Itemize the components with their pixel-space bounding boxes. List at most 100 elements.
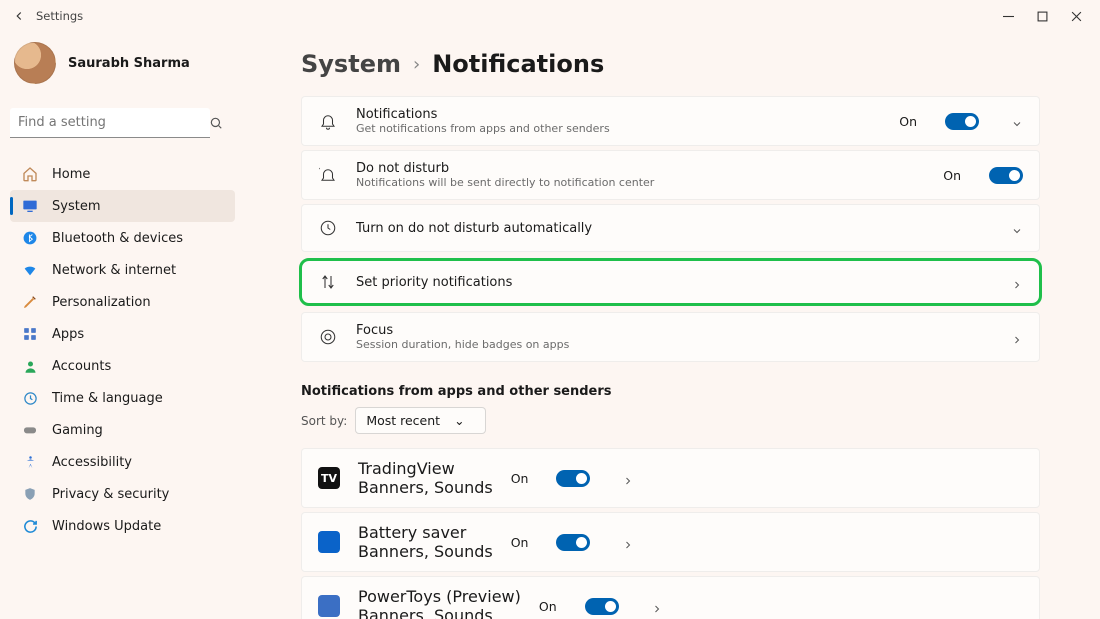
row-focus[interactable]: Focus Session duration, hide badges on a… bbox=[301, 312, 1040, 362]
chevron-right-icon: › bbox=[413, 54, 420, 75]
breadcrumb-parent[interactable]: System bbox=[301, 50, 401, 78]
app-name: PowerToys (Preview) bbox=[358, 587, 521, 606]
back-button[interactable] bbox=[12, 9, 26, 23]
close-button[interactable] bbox=[1066, 6, 1086, 26]
sidebar-item-label: Apps bbox=[52, 327, 84, 342]
chevron-right-icon[interactable] bbox=[622, 536, 634, 548]
user-profile[interactable]: Saurabh Sharma bbox=[10, 42, 235, 84]
row-notifications[interactable]: Notifications Get notifications from app… bbox=[301, 96, 1040, 146]
row-subtitle: Get notifications from apps and other se… bbox=[356, 122, 881, 135]
app-toggle[interactable] bbox=[556, 470, 590, 487]
page-title: Notifications bbox=[432, 50, 604, 78]
paintbrush-icon bbox=[22, 294, 38, 310]
sidebar-item-network[interactable]: Network & internet bbox=[10, 254, 235, 286]
sidebar-item-label: Privacy & security bbox=[52, 487, 169, 502]
chevron-right-icon[interactable] bbox=[1011, 276, 1023, 288]
app-detail: Banners, Sounds bbox=[358, 542, 493, 561]
app-icon bbox=[318, 595, 340, 617]
sidebar-item-windows-update[interactable]: Windows Update bbox=[10, 510, 235, 542]
sidebar-nav: Home System Bluetooth & devices Network … bbox=[10, 158, 235, 542]
app-icon: TV bbox=[318, 467, 340, 489]
sidebar-item-label: Time & language bbox=[52, 391, 163, 406]
user-display-name: Saurabh Sharma bbox=[68, 56, 190, 71]
priority-icon bbox=[318, 272, 338, 292]
notifications-toggle[interactable] bbox=[945, 113, 979, 130]
app-row[interactable]: Battery saver Banners, Sounds On bbox=[301, 512, 1040, 572]
gamepad-icon bbox=[22, 422, 38, 438]
sidebar-item-gaming[interactable]: Gaming bbox=[10, 414, 235, 446]
app-detail: Banners, Sounds bbox=[358, 478, 493, 497]
toggle-status: On bbox=[943, 168, 961, 183]
search-icon bbox=[209, 115, 223, 134]
row-auto-dnd[interactable]: Turn on do not disturb automatically bbox=[301, 204, 1040, 252]
shield-icon bbox=[22, 486, 38, 502]
app-row[interactable]: TV TradingView Banners, Sounds On bbox=[301, 448, 1040, 508]
app-list: TV TradingView Banners, Sounds On Batter… bbox=[301, 448, 1040, 619]
sidebar-item-label: Gaming bbox=[52, 423, 103, 438]
sidebar-item-label: Network & internet bbox=[52, 263, 176, 278]
app-icon bbox=[318, 531, 340, 553]
search-wrap bbox=[10, 108, 235, 138]
accessibility-icon bbox=[22, 454, 38, 470]
apps-icon bbox=[22, 326, 38, 342]
section-heading: Notifications from apps and other sender… bbox=[301, 384, 1040, 399]
main-content: System › Notifications Notifications Get… bbox=[255, 32, 1100, 619]
sidebar-item-label: Accessibility bbox=[52, 455, 132, 470]
row-priority-notifications[interactable]: Set priority notifications bbox=[299, 258, 1042, 306]
sidebar-item-time-language[interactable]: Time & language bbox=[10, 382, 235, 414]
search-input[interactable] bbox=[10, 108, 210, 138]
app-detail: Banners, Sounds bbox=[358, 606, 521, 619]
chevron-down-icon[interactable] bbox=[1011, 115, 1023, 127]
sidebar-item-accessibility[interactable]: Accessibility bbox=[10, 446, 235, 478]
sidebar-item-accounts[interactable]: Accounts bbox=[10, 350, 235, 382]
sidebar-item-label: Home bbox=[52, 167, 90, 182]
toggle-status: On bbox=[511, 471, 529, 486]
sidebar-item-label: Accounts bbox=[52, 359, 111, 374]
wifi-icon bbox=[22, 262, 38, 278]
chevron-down-icon: ⌄ bbox=[454, 413, 464, 428]
update-icon bbox=[22, 518, 38, 534]
sidebar-item-personalization[interactable]: Personalization bbox=[10, 286, 235, 318]
chevron-down-icon[interactable] bbox=[1011, 222, 1023, 234]
sidebar-item-bluetooth[interactable]: Bluetooth & devices bbox=[10, 222, 235, 254]
sort-value: Most recent bbox=[366, 413, 440, 428]
bluetooth-icon bbox=[22, 230, 38, 246]
minimize-button[interactable] bbox=[998, 6, 1018, 26]
system-icon bbox=[22, 198, 38, 214]
row-title: Set priority notifications bbox=[356, 275, 979, 290]
sidebar-item-label: Windows Update bbox=[52, 519, 161, 534]
chevron-right-icon[interactable] bbox=[1011, 331, 1023, 343]
sidebar-item-label: Bluetooth & devices bbox=[52, 231, 183, 246]
app-row[interactable]: PowerToys (Preview) Banners, Sounds On bbox=[301, 576, 1040, 619]
sidebar: Saurabh Sharma Home System Bluetooth & d… bbox=[0, 32, 255, 619]
breadcrumb: System › Notifications bbox=[301, 50, 1040, 78]
chevron-right-icon[interactable] bbox=[651, 600, 663, 612]
sidebar-item-privacy[interactable]: Privacy & security bbox=[10, 478, 235, 510]
row-subtitle: Session duration, hide badges on apps bbox=[356, 338, 979, 351]
toggle-status: On bbox=[511, 535, 529, 550]
sort-label: Sort by: bbox=[301, 414, 347, 428]
sort-select[interactable]: Most recent ⌄ bbox=[355, 407, 485, 434]
sidebar-item-system[interactable]: System bbox=[10, 190, 235, 222]
moon-bell-icon bbox=[318, 165, 338, 185]
app-name: Battery saver bbox=[358, 523, 493, 542]
bell-icon bbox=[318, 111, 338, 131]
avatar bbox=[14, 42, 56, 84]
window-title: Settings bbox=[36, 9, 83, 23]
app-name: TradingView bbox=[358, 459, 493, 478]
chevron-right-icon[interactable] bbox=[622, 472, 634, 484]
app-toggle[interactable] bbox=[556, 534, 590, 551]
sidebar-item-label: Personalization bbox=[52, 295, 151, 310]
app-toggle[interactable] bbox=[585, 598, 619, 615]
row-subtitle: Notifications will be sent directly to n… bbox=[356, 176, 925, 189]
dnd-toggle[interactable] bbox=[989, 167, 1023, 184]
toggle-status: On bbox=[539, 599, 557, 614]
row-title: Do not disturb bbox=[356, 161, 925, 176]
globe-clock-icon bbox=[22, 390, 38, 406]
row-do-not-disturb[interactable]: Do not disturb Notifications will be sen… bbox=[301, 150, 1040, 200]
clock-icon bbox=[318, 218, 338, 238]
maximize-button[interactable] bbox=[1032, 6, 1052, 26]
sidebar-item-home[interactable]: Home bbox=[10, 158, 235, 190]
sidebar-item-apps[interactable]: Apps bbox=[10, 318, 235, 350]
person-icon bbox=[22, 358, 38, 374]
